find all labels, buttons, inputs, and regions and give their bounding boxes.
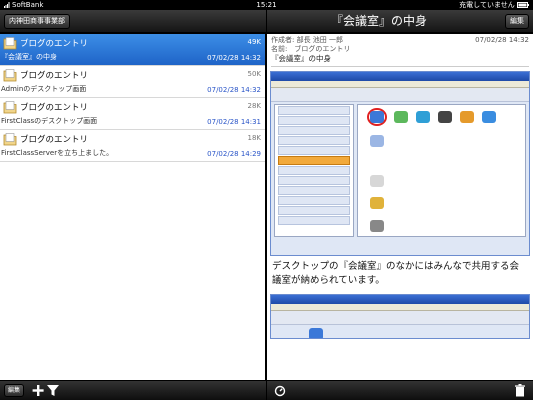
message-date: 07/02/28 14:32	[475, 36, 529, 44]
screenshot-sidebar-row	[278, 136, 350, 145]
screenshot-toolbar	[271, 88, 529, 102]
embedded-screenshot	[270, 71, 530, 256]
screenshot-sidebar-row	[278, 106, 350, 115]
list-item[interactable]: ブログのエントリ 28K FirstClassのデスクトップ画面 07/02/2…	[0, 98, 265, 130]
embedded-screenshot	[270, 294, 530, 339]
screenshot-sidebar-row	[278, 146, 350, 155]
screenshot-sidebar-row	[278, 116, 350, 125]
name-line: 名前: ブログのエントリ	[271, 45, 351, 53]
trash-icon[interactable]	[513, 383, 527, 398]
page-title: 『会議室』の中身	[331, 14, 428, 28]
status-bar: SoftBank 15:21 充電していません	[0, 0, 533, 10]
battery-icon	[517, 2, 529, 8]
subject-line: 『会議室』の中身	[271, 54, 331, 63]
list-item-size: 18K	[247, 134, 262, 142]
list-item-title: ブログのエントリ	[20, 103, 89, 113]
screenshot-icon-pane	[357, 104, 526, 237]
screenshot-sidebar-row	[278, 186, 350, 195]
screenshot-titlebar	[271, 72, 529, 81]
add-icon[interactable]	[31, 383, 45, 398]
screenshot-toolbar	[271, 311, 529, 325]
list-toolbar: 編集	[0, 380, 266, 400]
conference-icon	[370, 111, 384, 123]
list-item-subtitle: FirstClassのデスクトップ画面	[1, 117, 98, 125]
app-icon	[416, 111, 430, 123]
detail-panel: 作成者: 部長 池田 一郎 名前: ブログのエントリ 『会議室』の中身 07/0…	[267, 34, 533, 380]
screenshot-titlebar	[271, 295, 529, 304]
master-nav-bar: 内神田商事事業部	[0, 10, 266, 33]
screenshot-sidebar	[274, 104, 354, 237]
screenshot-menubar	[271, 81, 529, 88]
list-item-size: 50K	[247, 70, 262, 78]
list-item-date: 07/02/28 14:32	[207, 86, 261, 94]
list-item-title: ブログのエントリ	[20, 39, 89, 49]
app-icon	[370, 175, 384, 187]
screenshot-sidebar-row	[278, 166, 350, 175]
screenshot-sidebar-row	[278, 176, 350, 185]
folder-document-icon	[3, 69, 17, 82]
header-divider	[271, 66, 529, 67]
app-icon	[370, 197, 384, 209]
list-item-date: 07/02/28 14:32	[207, 54, 261, 62]
list-item[interactable]: ブログのエントリ 49K 『会議室』の中身 07/02/28 14:32	[0, 34, 265, 66]
app-icon	[460, 111, 474, 123]
list-item-size: 49K	[247, 38, 262, 46]
app-icon	[370, 135, 384, 147]
folder-document-icon	[3, 133, 17, 146]
list-item-subtitle: FirstClassServerを立ち上ました。	[1, 149, 114, 157]
message-body: デスクトップの『会議室』のなかにはみんなで共用する会議室が納められています。	[272, 261, 520, 286]
list-item-title: ブログのエントリ	[20, 71, 89, 81]
screenshot-sidebar-row	[278, 206, 350, 215]
screenshot-sidebar-row	[278, 196, 350, 205]
filter-icon[interactable]	[46, 383, 60, 398]
back-button[interactable]: 内神田商事事業部	[4, 14, 70, 29]
battery-status: 充電していません	[459, 0, 529, 10]
trash-icon	[370, 220, 384, 232]
list-edit-button[interactable]: 編集	[4, 384, 25, 397]
detail-nav-bar: 『会議室』の中身 編集	[267, 10, 533, 33]
screenshot-menubar	[271, 304, 529, 311]
app-icon	[482, 111, 496, 123]
list-item-date: 07/02/28 14:29	[207, 150, 261, 158]
list-item[interactable]: ブログのエントリ 50K Adminのデスクトップ画面 07/02/28 14:…	[0, 66, 265, 98]
list-item-subtitle: 『会議室』の中身	[1, 53, 57, 61]
detail-toolbar	[267, 380, 533, 400]
list-item-size: 28K	[247, 102, 262, 110]
entry-list: ブログのエントリ 49K 『会議室』の中身 07/02/28 14:32 ブログ…	[0, 34, 266, 380]
edit-button[interactable]: 編集	[505, 14, 529, 29]
list-item-title: ブログのエントリ	[20, 135, 89, 145]
folder-document-icon	[3, 37, 17, 50]
status-time: 15:21	[256, 1, 277, 9]
folder-document-icon	[3, 101, 17, 114]
app-icon	[394, 111, 408, 123]
app-icon	[438, 111, 452, 123]
list-item[interactable]: ブログのエントリ 18K FirstClassServerを立ち上ました。 07…	[0, 130, 265, 162]
message-header: 作成者: 部長 池田 一郎 名前: ブログのエントリ 『会議室』の中身 07/0…	[267, 34, 533, 67]
screenshot-sidebar-row	[278, 216, 350, 225]
action-icon[interactable]	[273, 383, 287, 398]
conference-icon	[309, 328, 323, 338]
list-item-date: 07/02/28 14:31	[207, 118, 261, 126]
list-item-subtitle: Adminのデスクトップ画面	[1, 85, 87, 93]
screenshot-sidebar-row	[278, 126, 350, 135]
screenshot-sidebar-row	[278, 156, 350, 165]
